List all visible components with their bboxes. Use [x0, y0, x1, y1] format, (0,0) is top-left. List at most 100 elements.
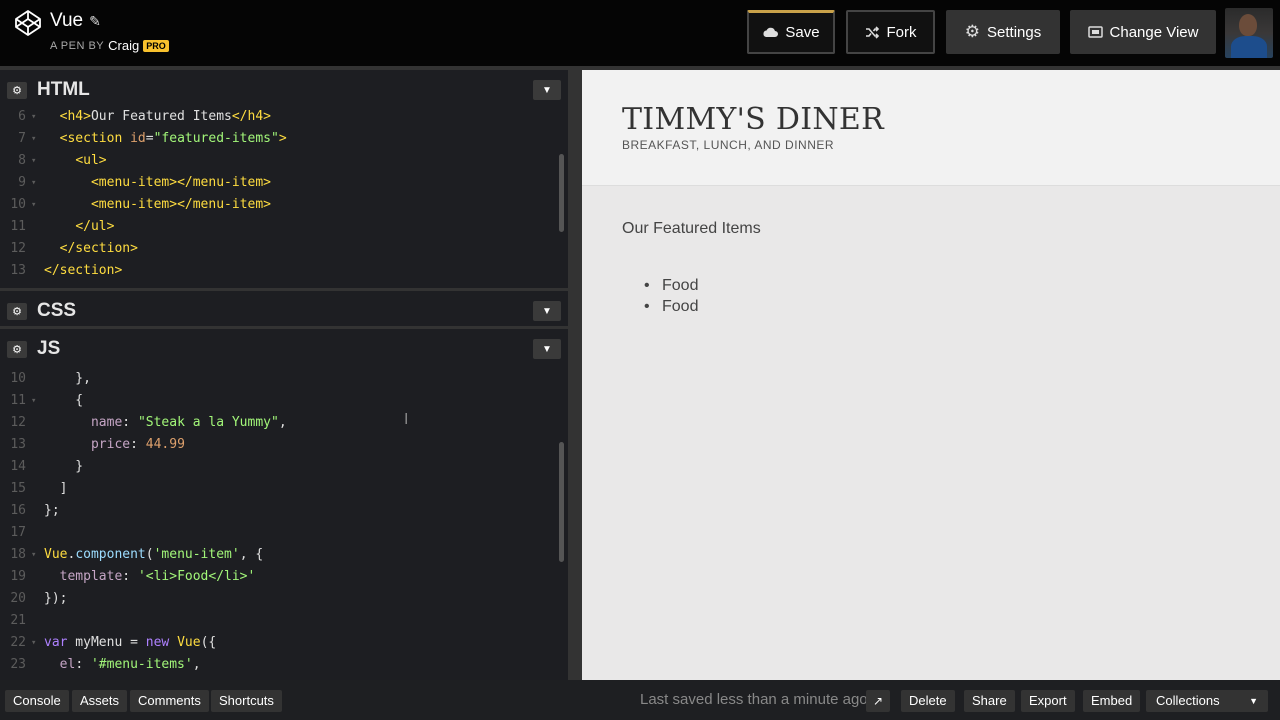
- code-line[interactable]: 9 ▾ <menu-item></menu-item>: [0, 172, 560, 194]
- share-button[interactable]: Share: [964, 690, 1015, 712]
- html-chevron-down-icon[interactable]: ▼: [533, 80, 561, 100]
- line-number: 16: [10, 503, 26, 518]
- code-text: }: [44, 459, 84, 474]
- fold-arrow-icon[interactable]: ▾: [31, 128, 36, 150]
- code-line[interactable]: 21: [0, 610, 560, 632]
- fold-arrow-icon[interactable]: ▾: [31, 544, 36, 566]
- code-line[interactable]: 7 ▾ <section id="featured-items">: [0, 128, 560, 150]
- js-settings-gear-icon[interactable]: ⚙: [7, 341, 27, 358]
- code-text: <menu-item></menu-item>: [90, 197, 271, 212]
- js-scrollbar[interactable]: [559, 442, 564, 562]
- code-line[interactable]: 22 ▾ var myMenu = new Vue({: [0, 632, 560, 654]
- html-panel-header: ⚙ HTML ▼: [0, 70, 568, 110]
- fork-button[interactable]: Fork: [846, 10, 935, 54]
- code-line[interactable]: 20});: [0, 588, 560, 610]
- code-line[interactable]: 12 name: "Steak a la Yummy",: [0, 412, 560, 434]
- pencil-icon[interactable]: ✎: [89, 13, 101, 30]
- diner-title: TIMMY'S DINER: [622, 102, 884, 137]
- css-panel-title: CSS: [37, 300, 77, 321]
- editor-preview-resizer[interactable]: [568, 70, 582, 680]
- code-text: ]: [44, 481, 68, 496]
- fold-arrow-icon[interactable]: ▾: [31, 150, 36, 172]
- save-label: Save: [785, 24, 820, 41]
- html-settings-gear-icon[interactable]: ⚙: [7, 82, 27, 99]
- js-chevron-down-icon[interactable]: ▼: [533, 339, 561, 359]
- code-line[interactable]: 23 el: '#menu-items',: [0, 654, 560, 676]
- code-text: el: '#menu-items',: [59, 657, 201, 672]
- footer-bar: Console Assets Comments Shortcuts Last s…: [0, 680, 1280, 720]
- html-code-editor[interactable]: 6 ▾ <h4>Our Featured Items</h4> 7 ▾ <sectio…: [0, 106, 568, 288]
- change-view-button[interactable]: Change View: [1070, 10, 1216, 54]
- pro-badge: PRO: [143, 39, 169, 52]
- save-button[interactable]: Save: [747, 10, 835, 54]
- comments-button[interactable]: Comments: [130, 690, 209, 712]
- code-text: Vue.component('menu-item', {: [44, 547, 264, 562]
- code-line[interactable]: 16};: [0, 500, 560, 522]
- line-number: 11: [10, 219, 26, 234]
- chevron-down-icon: ▼: [1249, 696, 1258, 706]
- fold-arrow-icon[interactable]: ▾: [31, 172, 36, 194]
- line-number: 13: [10, 263, 26, 278]
- fold-arrow-icon[interactable]: ▾: [31, 194, 36, 216]
- codepen-logo-icon[interactable]: [14, 9, 42, 37]
- code-line[interactable]: 13 </section>: [0, 260, 560, 282]
- assets-button[interactable]: Assets: [72, 690, 128, 712]
- code-text: {: [44, 393, 84, 408]
- top-bar: Vue ✎ A PEN BY Craig PRO Save Fork ⚙ Set…: [0, 0, 1280, 66]
- avatar[interactable]: [1225, 8, 1273, 58]
- code-text: },: [44, 371, 91, 386]
- js-code-editor[interactable]: 10 }, 11 ▾ {12 name: "Steak a la Yummy", 13…: [0, 368, 568, 680]
- code-text: <ul>: [75, 153, 107, 168]
- css-settings-gear-icon[interactable]: ⚙: [7, 303, 27, 320]
- line-number: 15: [10, 481, 26, 496]
- text-cursor-icon: I: [404, 411, 409, 428]
- delete-button[interactable]: Delete: [901, 690, 955, 712]
- pen-title-text: Vue: [50, 10, 84, 31]
- code-line[interactable]: 12 </section>: [0, 238, 560, 260]
- code-line[interactable]: 10 ▾ <menu-item></menu-item>: [0, 194, 560, 216]
- console-button[interactable]: Console: [5, 690, 69, 712]
- list-item: Food: [622, 296, 698, 317]
- code-line[interactable]: 10 },: [0, 368, 560, 390]
- css-chevron-down-icon[interactable]: ▼: [533, 301, 561, 321]
- diner-subtitle: BREAKFAST, LUNCH, AND DINNER: [622, 138, 835, 152]
- gear-icon: ⚙: [964, 22, 981, 41]
- code-line[interactable]: 13 price: 44.99: [0, 434, 560, 456]
- collections-dropdown[interactable]: Collections ▼: [1146, 690, 1268, 712]
- shortcuts-button[interactable]: Shortcuts: [211, 690, 282, 712]
- fold-arrow-icon[interactable]: ▾: [31, 106, 36, 128]
- line-number: 10: [10, 371, 26, 386]
- pen-author-line: A PEN BY Craig PRO: [50, 38, 169, 53]
- code-line[interactable]: 11 ▾ {: [0, 390, 560, 412]
- code-line[interactable]: 19 template: '<li>Food</li>': [0, 566, 560, 588]
- fork-icon: [865, 25, 879, 39]
- fold-arrow-icon[interactable]: ▾: [31, 632, 36, 654]
- export-button[interactable]: Export: [1021, 690, 1075, 712]
- line-number: 6: [18, 109, 26, 124]
- author-link[interactable]: Craig: [108, 38, 139, 53]
- line-number: 17: [10, 525, 26, 540]
- code-text: </section>: [44, 263, 123, 278]
- code-line[interactable]: 11 </ul>: [0, 216, 560, 238]
- settings-button[interactable]: ⚙ Settings: [946, 10, 1060, 54]
- line-number: 14: [10, 459, 26, 474]
- fold-arrow-icon[interactable]: ▾: [31, 390, 36, 412]
- html-scrollbar[interactable]: [559, 154, 564, 232]
- code-line[interactable]: 15 ]: [0, 478, 560, 500]
- code-line[interactable]: 6 ▾ <h4>Our Featured Items</h4>: [0, 106, 560, 128]
- code-line[interactable]: 17: [0, 522, 560, 544]
- pen-by-label: A PEN BY: [50, 39, 105, 52]
- code-text: </ul>: [75, 219, 115, 234]
- code-line[interactable]: 14 }: [0, 456, 560, 478]
- code-line[interactable]: 18 ▾ Vue.component('menu-item', {: [0, 544, 560, 566]
- line-number: 10: [10, 197, 26, 212]
- collections-label: Collections: [1156, 693, 1220, 708]
- preview-header: TIMMY'S DINER BREAKFAST, LUNCH, AND DINN…: [582, 70, 1280, 186]
- pen-title[interactable]: Vue ✎: [50, 10, 101, 32]
- code-text: });: [44, 591, 68, 606]
- js-panel-title: JS: [37, 338, 61, 359]
- code-line[interactable]: 8 ▾ <ul>: [0, 150, 560, 172]
- line-number: 23: [10, 657, 26, 672]
- external-link-icon[interactable]: ↗: [866, 690, 890, 712]
- embed-button[interactable]: Embed: [1083, 690, 1141, 712]
